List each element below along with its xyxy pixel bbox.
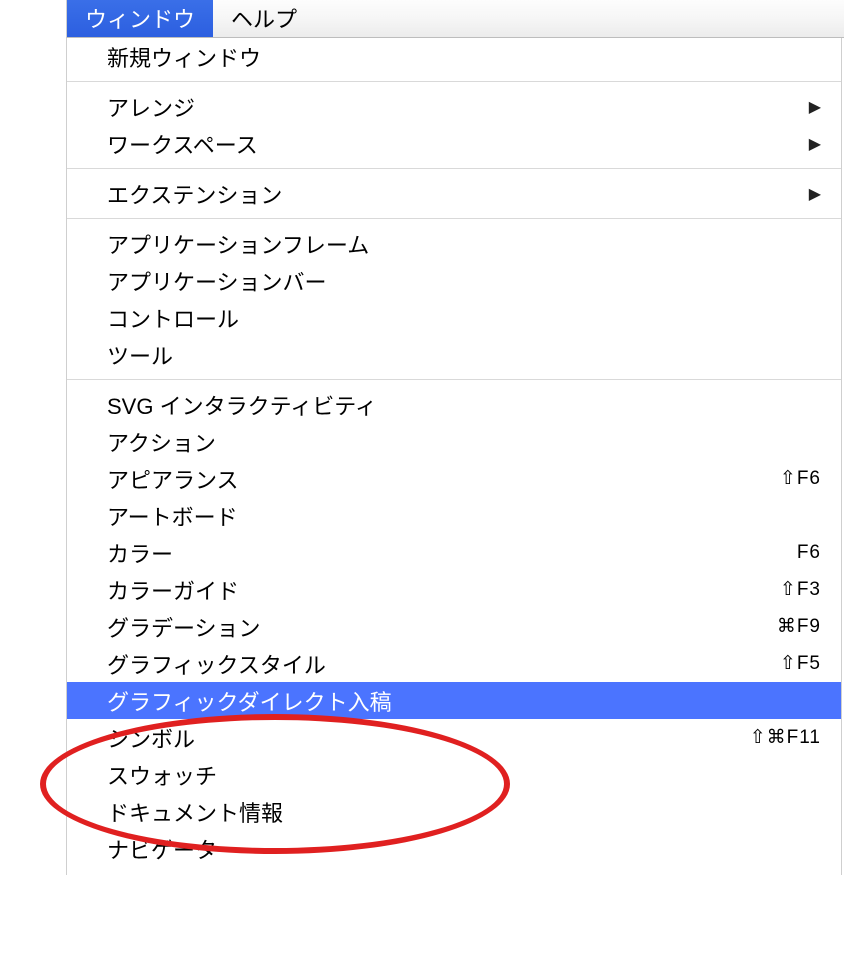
menu-label: アレンジ [107,91,809,123]
menu-action[interactable]: アクション [67,423,841,460]
menu-separator [67,168,841,169]
menu-label: アプリケーションバー [107,265,821,297]
menu-shortcut: ⇧F6 [780,467,821,490]
menu-shortcut: ⌘F9 [777,615,821,638]
menu-gradation[interactable]: グラデーション ⌘F9 [67,608,841,645]
menu-workspace[interactable]: ワークスペース ▶ [67,125,841,162]
menu-graphic-style[interactable]: グラフィックスタイル ⇧F5 [67,645,841,682]
menu-label: シンボル [107,722,750,754]
menu-color-guide[interactable]: カラーガイド ⇧F3 [67,571,841,608]
menu-label: スウォッチ [107,759,821,791]
menu-label: 新規ウィンドウ [107,41,821,73]
menu-appearance[interactable]: アピアランス ⇧F6 [67,460,841,497]
menu-label: アクション [107,426,821,458]
submenu-arrow-icon: ▶ [809,134,821,154]
menu-label: アートボード [107,500,821,532]
menu-extension[interactable]: エクステンション ▶ [67,175,841,212]
menu-tool[interactable]: ツール [67,336,841,373]
menu-separator [67,218,841,219]
menu-label: グラフィックダイレクト入稿 [107,685,821,717]
menu-shortcut: ⇧F3 [780,578,821,601]
menu-svg-interactivity[interactable]: SVG インタラクティビティ [67,386,841,423]
menu-label: アプリケーションフレーム [107,228,821,260]
menu-shortcut: ⇧⌘F11 [750,726,821,749]
menu-separator [67,81,841,82]
menu-label: SVG インタラクティビティ [107,389,821,421]
menu-symbol[interactable]: シンボル ⇧⌘F11 [67,719,841,756]
menu-app-bar[interactable]: アプリケーションバー [67,262,841,299]
menu-navigator[interactable]: ナビゲーター [67,830,841,867]
menu-label: カラー [107,537,797,569]
window-menu-dropdown: 新規ウィンドウ アレンジ ▶ ワークスペース ▶ エクステンション ▶ アプリケ… [66,38,842,875]
menubar-help[interactable]: ヘルプ [213,0,315,37]
submenu-arrow-icon: ▶ [809,97,821,117]
menu-label: ドキュメント情報 [107,796,821,828]
menu-label: エクステンション [107,178,809,210]
menu-artboard[interactable]: アートボード [67,497,841,534]
menu-swatch[interactable]: スウォッチ [67,756,841,793]
menu-graphic-direct[interactable]: グラフィックダイレクト入稿 [67,682,841,719]
menu-separator [67,379,841,380]
menu-shortcut: F6 [797,542,821,564]
menu-doc-info[interactable]: ドキュメント情報 [67,793,841,830]
menu-label: グラデーション [107,611,777,643]
menu-app-frame[interactable]: アプリケーションフレーム [67,225,841,262]
menu-color[interactable]: カラー F6 [67,534,841,571]
menu-label: ナビゲーター [107,833,821,865]
menu-label: カラーガイド [107,574,780,606]
menu-shortcut: ⇧F5 [780,652,821,675]
menu-label: コントロール [107,302,821,334]
menu-label: グラフィックスタイル [107,648,780,680]
menu-label: ワークスペース [107,128,809,160]
submenu-arrow-icon: ▶ [809,184,821,204]
menubar-window[interactable]: ウィンドウ [67,0,213,37]
menu-label: ツール [107,339,821,371]
menubar: ウィンドウ ヘルプ [66,0,844,38]
menu-arrange[interactable]: アレンジ ▶ [67,88,841,125]
menu-control[interactable]: コントロール [67,299,841,336]
menu-label: アピアランス [107,463,780,495]
menu-new-window[interactable]: 新規ウィンドウ [67,38,841,75]
